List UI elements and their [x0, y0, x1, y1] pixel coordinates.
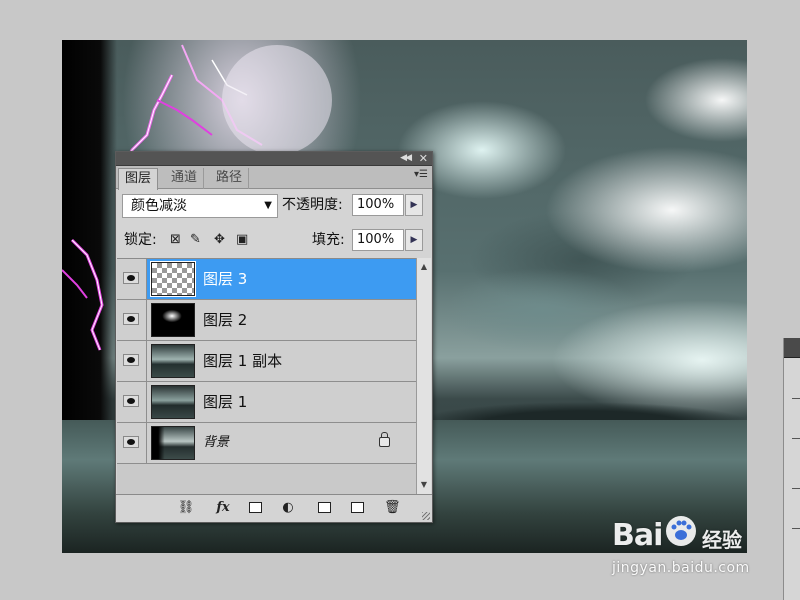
side-panel-line	[792, 488, 800, 489]
fill-label: 填充:	[312, 232, 345, 248]
adjustment-layer-icon[interactable]: ◐	[279, 500, 297, 516]
layer-row[interactable]: 图层 1 副本	[117, 341, 416, 382]
layer-visibility-toggle[interactable]	[117, 259, 147, 299]
trash-icon[interactable]: 🗑	[384, 500, 401, 516]
layer-visibility-toggle[interactable]	[117, 423, 147, 463]
opacity-input[interactable]: 100%	[352, 194, 404, 216]
resize-grip-icon[interactable]	[422, 512, 430, 520]
lock-all-icon[interactable]: ▣	[236, 228, 248, 252]
layer-thumbnail	[151, 385, 195, 419]
layer-thumbnail	[151, 426, 195, 460]
link-layers-icon[interactable]: ⛓	[174, 500, 198, 516]
layer-name: 背景	[203, 435, 230, 450]
eye-icon	[123, 313, 139, 325]
layer-name: 图层 2	[203, 311, 248, 329]
panel-menu-icon[interactable]: ▾☰	[414, 169, 428, 180]
paw-logo-icon	[666, 516, 696, 546]
tab-paths[interactable]: 路径	[210, 168, 250, 189]
lock-fill-row: 锁定: ⊠ ✎ ✥ ▣ 填充: 100% ▶	[116, 226, 432, 256]
layer-row[interactable]: 图层 3	[117, 259, 416, 300]
tab-channels[interactable]: 通道	[165, 168, 205, 189]
layer-visibility-toggle[interactable]	[117, 341, 147, 381]
tab-layers[interactable]: 图层	[118, 168, 159, 190]
opacity-label: 不透明度:	[282, 197, 343, 213]
lock-icon	[379, 432, 390, 447]
side-panel-line	[792, 438, 800, 439]
side-panel-header	[784, 338, 800, 358]
lock-position-icon[interactable]: ✥	[214, 228, 225, 252]
eye-icon	[123, 272, 139, 284]
scroll-down-icon[interactable]: ▼	[417, 478, 431, 492]
fill-input[interactable]: 100%	[352, 229, 404, 251]
chevron-down-icon: ▼	[264, 200, 272, 211]
eye-icon	[123, 436, 139, 448]
blend-mode-value: 颜色减淡	[131, 198, 187, 214]
layer-row[interactable]: 图层 2	[117, 300, 416, 341]
side-panel-partial	[783, 338, 800, 600]
collapse-panel-icon[interactable]: ◀◀	[400, 153, 412, 163]
lock-label: 锁定:	[124, 232, 157, 248]
watermark-subtitle: 经验	[702, 528, 742, 552]
layer-style-button[interactable]: fx	[211, 500, 235, 516]
eye-icon	[123, 354, 139, 366]
eye-icon	[123, 395, 139, 407]
layer-thumbnail	[151, 303, 195, 337]
layer-visibility-toggle[interactable]	[117, 382, 147, 422]
blend-opacity-row: 颜色减淡 ▼ 不透明度: 100% ▶	[116, 190, 432, 220]
baidu-watermark: Bai 经验 jingyan.baidu.com	[612, 512, 772, 582]
new-group-icon[interactable]	[318, 502, 331, 513]
lock-image-pixels-icon[interactable]: ✎	[190, 228, 201, 252]
layer-thumbnail	[150, 261, 196, 297]
layer-list: 图层 3 图层 2 图层 1 副本 图层 1 背景	[117, 258, 416, 494]
layers-panel: ◀◀ ✕ 图层 通道 路径 ▾☰ 颜色减淡 ▼ 不透明度: 100% ▶ 锁定:…	[115, 151, 433, 523]
fill-slider-arrow[interactable]: ▶	[405, 229, 423, 251]
watermark-brand: Bai	[612, 518, 663, 553]
layer-thumbnail	[151, 344, 195, 378]
add-mask-icon[interactable]	[249, 502, 262, 513]
scroll-up-icon[interactable]: ▲	[417, 260, 431, 274]
blend-mode-select[interactable]: 颜色减淡 ▼	[122, 194, 278, 218]
opacity-slider-arrow[interactable]: ▶	[405, 194, 423, 216]
new-layer-icon[interactable]	[351, 502, 364, 513]
side-panel-line	[792, 398, 800, 399]
layer-row[interactable]: 背景	[117, 423, 416, 464]
layer-visibility-toggle[interactable]	[117, 300, 147, 340]
layers-bottom-toolbar: ⛓ fx ◐ 🗑	[116, 494, 432, 522]
layer-name: 图层 1 副本	[203, 352, 283, 370]
layer-name: 图层 3	[203, 270, 248, 288]
layer-name: 图层 1	[203, 393, 248, 411]
panel-tab-row: 图层 通道 路径 ▾☰	[116, 166, 432, 190]
side-panel-line	[792, 528, 800, 529]
layer-list-scrollbar[interactable]: ▲ ▼	[416, 258, 431, 494]
watermark-url: jingyan.baidu.com	[612, 560, 750, 576]
layer-row[interactable]: 图层 1	[117, 382, 416, 423]
panel-titlebar[interactable]: ◀◀ ✕	[116, 152, 432, 166]
close-icon[interactable]: ✕	[419, 152, 428, 165]
lock-transparent-pixels-icon[interactable]: ⊠	[170, 228, 181, 252]
